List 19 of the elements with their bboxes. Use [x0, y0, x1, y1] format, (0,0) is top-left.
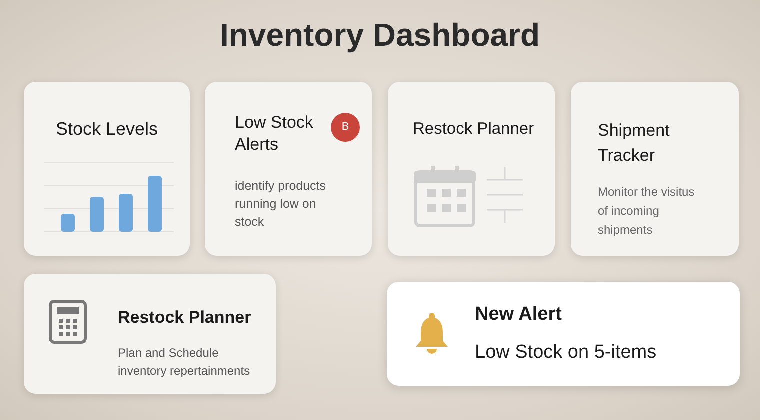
alert-title: New Alert [475, 303, 563, 327]
card-title: Low Stock Alerts [235, 112, 314, 156]
count-badge: B [331, 113, 360, 142]
card-title: Restock Planner [413, 119, 536, 140]
calculator-icon [49, 300, 87, 344]
bell-icon [415, 313, 449, 355]
card-title: Shipment Tracker [598, 120, 671, 167]
dashboard-card[interactable]: Low Stock Alerts B identify products running low on stock [205, 82, 372, 256]
dashboard-card[interactable]: Restock Planner [388, 82, 555, 256]
page-title: Inventory Dashboard [220, 16, 540, 55]
card-description: Monitor the visitus of incoming shipments [598, 184, 696, 239]
card-description: identify products running low on stock [235, 178, 328, 231]
planner-card[interactable]: Restock Planner Plan and Schedule inventory repertainments [24, 274, 276, 394]
card-title: Stock Levels [56, 118, 158, 141]
card-title: Restock Planner [118, 307, 252, 329]
dashboard-card[interactable]: Shipment Tracker Monitor the visitus of incoming shipments [571, 82, 739, 256]
alert-message: Low Stock on 5-items [475, 340, 657, 364]
card-description: Plan and Schedule inventory repertainments [118, 344, 252, 380]
dashboard-card[interactable]: Stock Levels [24, 82, 190, 256]
